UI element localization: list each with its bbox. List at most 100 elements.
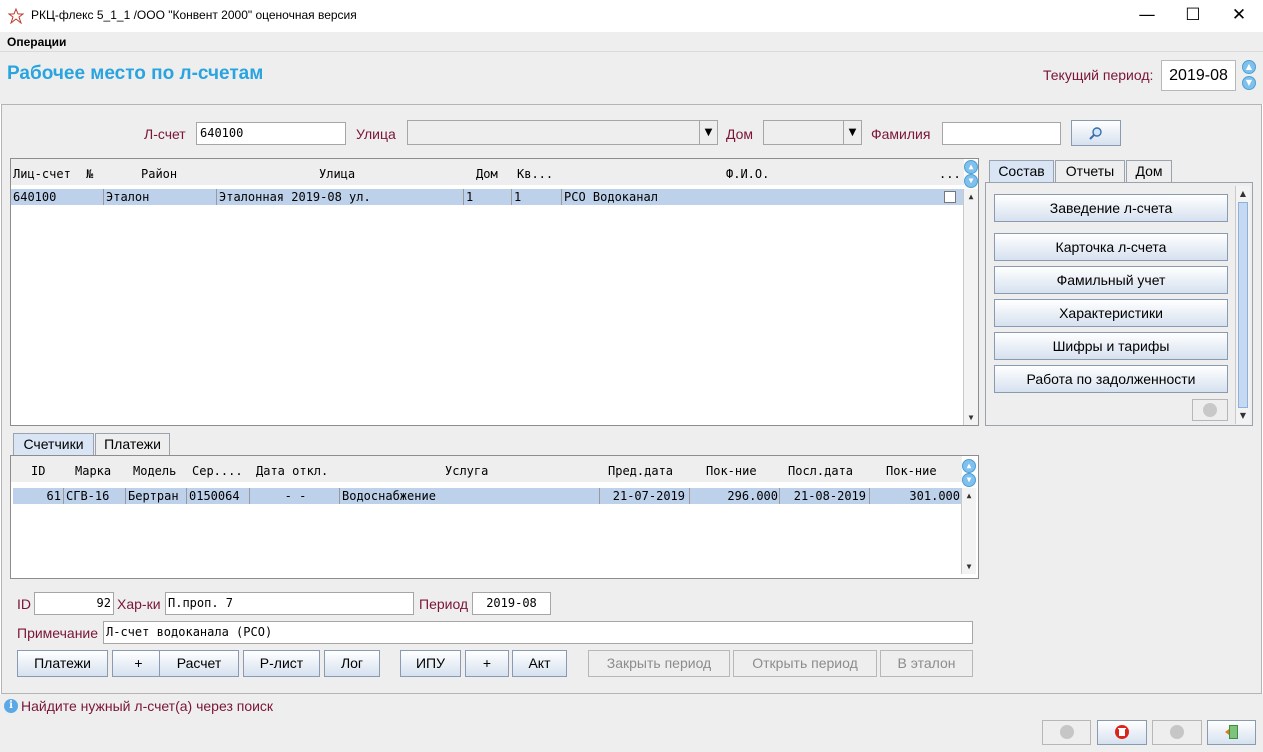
exit-button[interactable] <box>1207 720 1256 745</box>
cell-off-date: - - <box>250 488 340 504</box>
column-header[interactable]: Район <box>141 167 177 181</box>
cell-district: Эталон <box>104 189 217 205</box>
delete-button[interactable] <box>1097 720 1147 745</box>
meters-table: ID Марка Модель Сер.... Дата откл. Услуг… <box>10 455 979 579</box>
scroll-up-icon[interactable]: ▲ <box>962 488 976 503</box>
column-header[interactable]: Услуга <box>445 464 488 478</box>
main-panel: Л-счет 640100 Улица ▼ Дом ▼ Фамилия Лиц-… <box>1 104 1262 694</box>
cell-last-date: 21-08-2019 <box>780 488 870 504</box>
table-row[interactable]: 640100 Эталон Эталонная 2019-08 ул. 1 1 … <box>11 189 964 205</box>
scroll-down-icon[interactable]: ▼ <box>1236 408 1250 423</box>
scroll-down-icon[interactable]: ▼ <box>962 559 976 574</box>
characteristics-button[interactable]: Характеристики <box>994 299 1228 327</box>
disabled-icon <box>1203 403 1217 417</box>
scroll-top-icon[interactable]: ▲ <box>964 160 978 174</box>
account-create-button[interactable]: Заведение л-счета <box>994 194 1228 222</box>
surname-input[interactable] <box>942 122 1061 145</box>
tab-meters[interactable]: Счетчики <box>13 433 94 455</box>
tab-payments[interactable]: Платежи <box>95 433 170 455</box>
scroll-bottom-icon[interactable]: ▼ <box>962 473 976 487</box>
column-header[interactable]: Пред.дата <box>608 464 673 478</box>
accounts-scrollbar[interactable]: ▲ ▼ <box>963 189 978 425</box>
meters-scrollbar[interactable]: ▲ ▼ <box>961 488 976 574</box>
scroll-up-icon[interactable]: ▲ <box>964 189 978 204</box>
table-row[interactable]: 61 СГВ-16 Бертран 0150064 - - Водоснабже… <box>13 488 962 504</box>
column-header[interactable]: Лиц-счет <box>13 167 71 181</box>
account-card-button[interactable]: Карточка л-счета <box>994 233 1228 261</box>
menu-operations[interactable]: Операции <box>7 35 66 49</box>
add-ipu-button[interactable]: + <box>465 650 509 677</box>
chevron-down-icon[interactable]: ▼ <box>843 121 861 144</box>
column-header[interactable]: Дата откл. <box>256 464 328 478</box>
column-header[interactable]: Пок-ние <box>886 464 937 478</box>
cell-model: Бертран <box>126 488 187 504</box>
scroll-bottom-icon[interactable]: ▼ <box>964 174 978 188</box>
to-etalon-button[interactable]: В эталон <box>880 650 973 677</box>
debt-work-button[interactable]: Работа по задолженности <box>994 365 1228 393</box>
tab-composition[interactable]: Состав <box>989 160 1054 182</box>
column-header[interactable]: Дом <box>476 167 498 181</box>
search-button[interactable] <box>1071 120 1121 146</box>
search-icon <box>1089 127 1102 140</box>
close-period-button[interactable]: Закрыть период <box>588 650 730 677</box>
note-field[interactable]: Л-счет водоканала (РСО) <box>103 621 973 644</box>
note-label: Примечание <box>17 625 99 641</box>
tab-reports[interactable]: Отчеты <box>1055 160 1125 182</box>
add-payment-button[interactable]: + <box>112 650 165 677</box>
row-checkbox[interactable] <box>944 191 956 203</box>
period-down-icon[interactable]: ▼ <box>1242 76 1256 90</box>
rlist-button[interactable]: Р-лист <box>243 650 320 677</box>
toolbar-button-1[interactable] <box>1042 720 1091 745</box>
minimize-button[interactable]: — <box>1124 0 1170 32</box>
status-area: i Найдите нужный л-счет(а) через поиск <box>0 694 1263 752</box>
char-field[interactable]: П.проп. 7 <box>165 592 414 615</box>
column-header[interactable]: Улица <box>319 167 355 181</box>
act-button[interactable]: Акт <box>512 650 567 677</box>
column-header[interactable]: Модель <box>133 464 176 478</box>
column-header[interactable]: Пок-ние <box>706 464 757 478</box>
column-header[interactable]: ... <box>939 167 961 181</box>
street-label: Улица <box>356 126 396 142</box>
scroll-top-icon[interactable]: ▲ <box>962 459 976 473</box>
street-combo[interactable]: ▼ <box>407 120 718 145</box>
accounts-table-header: Лиц-счет № Район Улица Дом Кв... Ф.И.О. … <box>11 159 964 185</box>
maximize-button[interactable]: ☐ <box>1170 0 1216 32</box>
column-header[interactable]: ID <box>31 464 45 478</box>
account-input[interactable]: 640100 <box>196 122 346 145</box>
char-label: Хар-ки <box>117 596 161 612</box>
column-header[interactable]: № <box>86 167 93 181</box>
ipu-button[interactable]: ИПУ <box>400 650 461 677</box>
cell-house: 1 <box>464 189 512 205</box>
panel-action-button[interactable] <box>1192 399 1228 421</box>
detail-period-field[interactable]: 2019-08 <box>472 592 551 615</box>
period-up-icon[interactable]: ▲ <box>1242 60 1256 74</box>
current-period-field[interactable]: 2019-08 <box>1161 60 1236 91</box>
column-header[interactable]: Кв... <box>517 167 553 181</box>
scroll-down-icon[interactable]: ▼ <box>964 410 978 425</box>
close-button[interactable]: ✕ <box>1216 0 1262 32</box>
delete-icon <box>1115 725 1129 739</box>
calc-button[interactable]: Расчет <box>159 650 239 677</box>
current-period-label: Текущий период: <box>1043 67 1154 83</box>
tab-house[interactable]: Дом <box>1126 160 1172 182</box>
cell-serial: 0150064 <box>187 488 250 504</box>
window-title: РКЦ-флекс 5_1_1 /ООО "Конвент 2000" оцен… <box>31 8 357 22</box>
toolbar-button-3[interactable] <box>1152 720 1202 745</box>
surname-label: Фамилия <box>871 126 931 142</box>
column-header[interactable]: Ф.И.О. <box>726 167 769 181</box>
payments-button[interactable]: Платежи <box>17 650 108 677</box>
column-header[interactable]: Марка <box>75 464 111 478</box>
scroll-up-icon[interactable]: ▲ <box>1236 186 1250 201</box>
open-period-button[interactable]: Открыть период <box>733 650 877 677</box>
family-record-button[interactable]: Фамильный учет <box>994 266 1228 294</box>
scroll-thumb[interactable] <box>1238 202 1248 408</box>
exit-door-icon <box>1224 725 1238 739</box>
column-header[interactable]: Сер.... <box>192 464 243 478</box>
log-button[interactable]: Лог <box>324 650 380 677</box>
house-combo[interactable]: ▼ <box>763 120 862 145</box>
column-header[interactable]: Посл.дата <box>788 464 853 478</box>
chevron-down-icon[interactable]: ▼ <box>699 121 717 144</box>
right-panel-scrollbar[interactable]: ▲ ▼ <box>1235 186 1250 424</box>
id-field[interactable]: 92 <box>34 592 114 615</box>
codes-tariffs-button[interactable]: Шифры и тарифы <box>994 332 1228 360</box>
